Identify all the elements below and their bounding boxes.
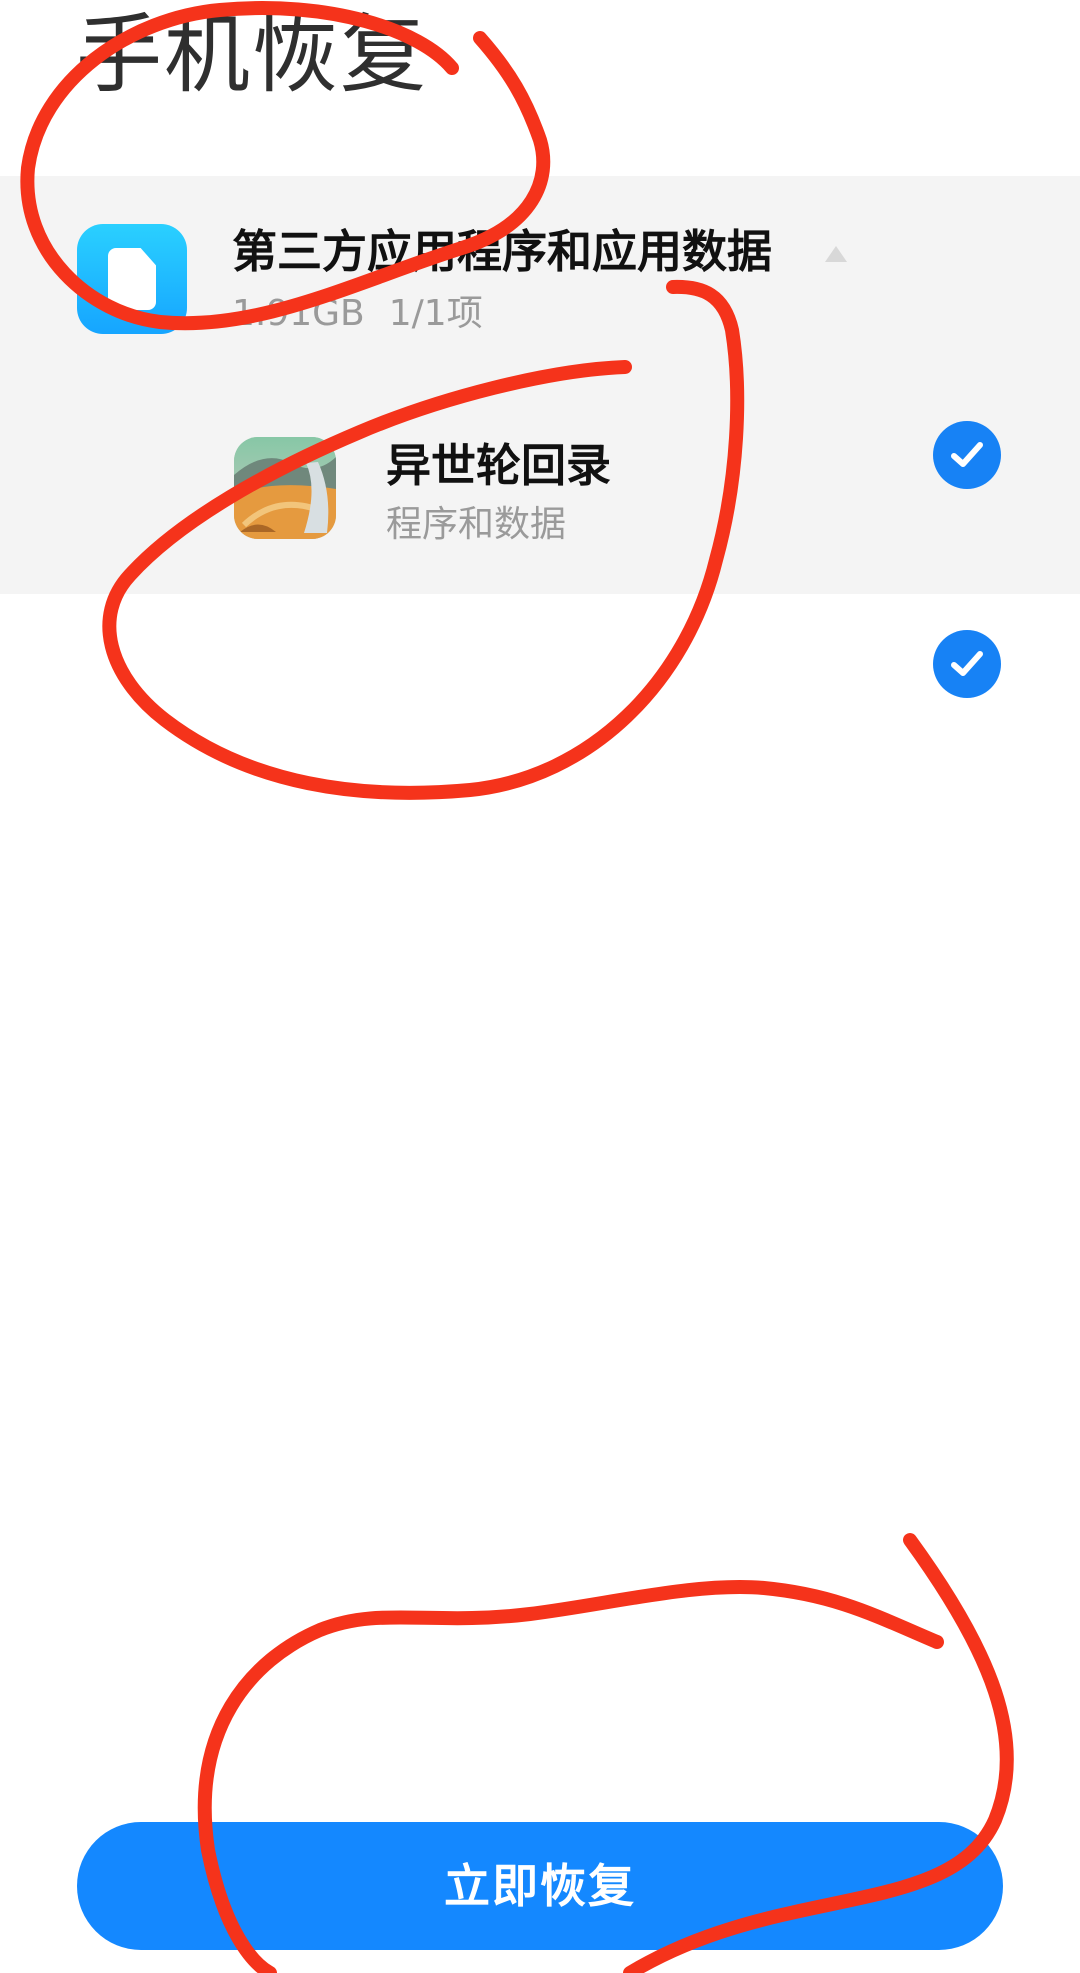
group-details: 1.91GB 1/1项	[232, 289, 483, 339]
app-item-row[interactable]: 异世轮回录 程序和数据	[0, 376, 1080, 698]
game-app-icon	[234, 437, 336, 539]
restore-list: 第三方应用程序和应用数据 1.91GB 1/1项 异世轮回录 程序和数据	[0, 176, 1080, 698]
app-name: 异世轮回录	[386, 439, 612, 492]
restore-now-button[interactable]: 立即恢复	[77, 1822, 1003, 1950]
group-size: 1.91GB	[232, 293, 365, 334]
group-title: 第三方应用程序和应用数据	[232, 225, 773, 278]
group-count: 1/1项	[388, 293, 483, 334]
app-data-group-row[interactable]: 第三方应用程序和应用数据 1.91GB 1/1项	[0, 176, 1080, 489]
document-icon	[77, 224, 187, 334]
app-detail: 程序和数据	[386, 504, 567, 545]
page-title: 手机恢复	[76, 5, 428, 105]
triangle-up-icon[interactable]	[823, 244, 849, 264]
app-check-icon[interactable]	[933, 630, 1001, 698]
